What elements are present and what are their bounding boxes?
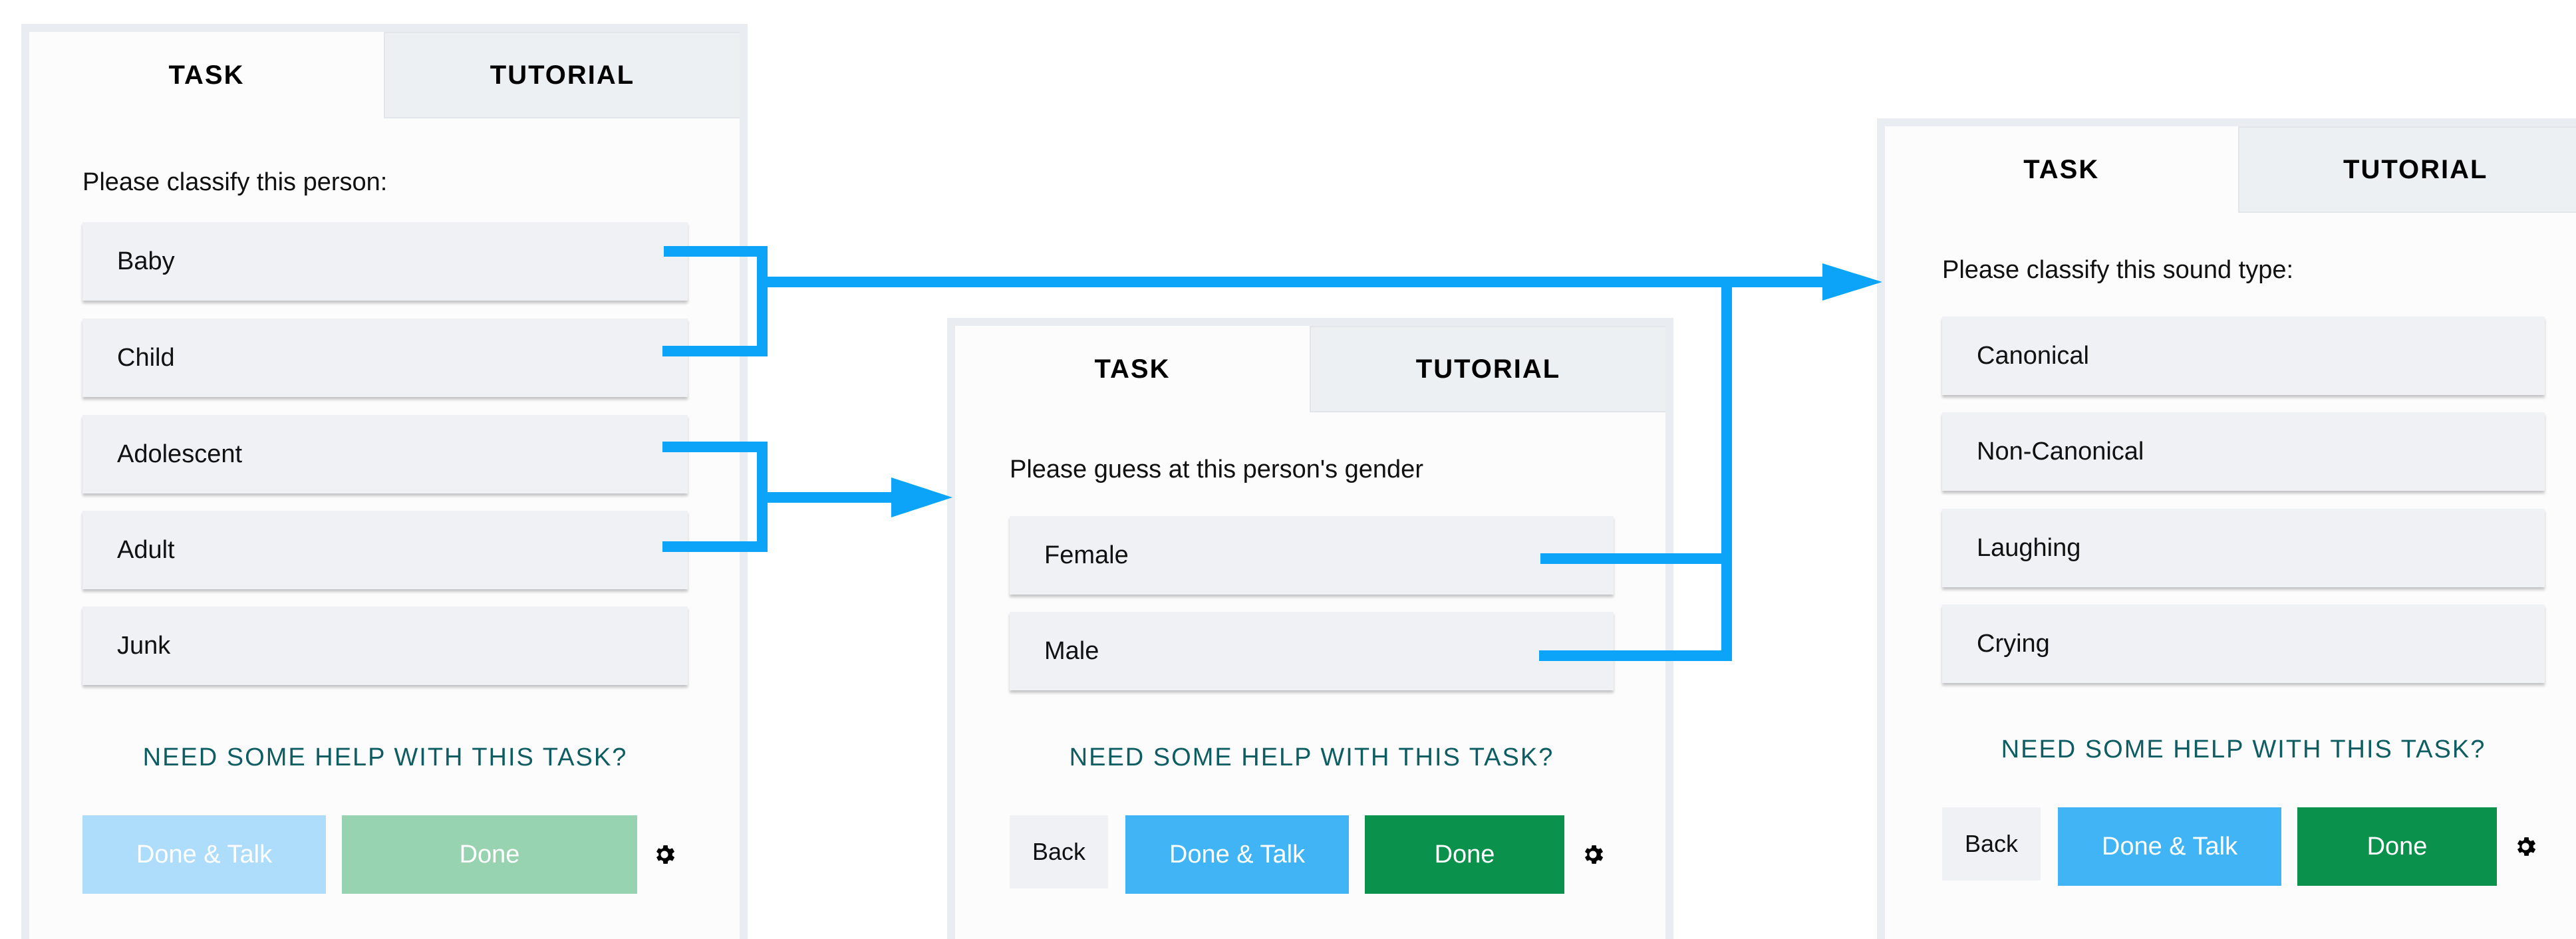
bracket-adolescent-adult xyxy=(662,442,768,552)
flow-arrows xyxy=(662,246,1882,661)
arrowhead-gender-panel xyxy=(891,477,952,517)
arrowhead-sound-panel xyxy=(1822,263,1882,301)
bracket-male-line xyxy=(1539,282,1732,661)
bracket-baby-child xyxy=(662,246,768,356)
